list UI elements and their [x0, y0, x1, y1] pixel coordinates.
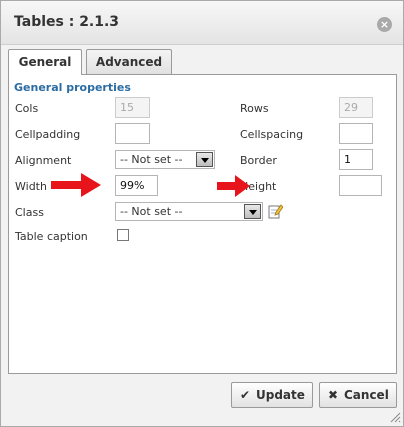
rows-field[interactable]: 29: [339, 97, 373, 118]
alignment-selected-value: -- Not set --: [120, 153, 183, 166]
width-label: Width: [15, 180, 47, 193]
tab-general[interactable]: General: [8, 49, 82, 75]
checkmark-icon: ✔: [239, 388, 251, 402]
tab-advanced[interactable]: Advanced: [86, 49, 172, 74]
close-icon: ✖: [327, 388, 339, 402]
section-title: General properties: [14, 81, 131, 94]
width-field[interactable]: 99%: [115, 175, 158, 196]
general-panel: General properties Cols 15 Rows 29 Cellp…: [8, 74, 397, 374]
rows-label: Rows: [240, 102, 269, 115]
update-button[interactable]: ✔ Update: [231, 382, 313, 408]
chevron-down-icon[interactable]: [244, 204, 261, 219]
dialog-title: Tables : 2.1.3: [14, 14, 120, 30]
table-caption-label: Table caption: [15, 230, 88, 243]
chevron-down-icon[interactable]: [196, 152, 213, 167]
border-field[interactable]: 1: [339, 149, 373, 170]
class-select[interactable]: -- Not set --: [115, 202, 263, 221]
cellspacing-field[interactable]: [339, 123, 373, 144]
cellpadding-field[interactable]: [115, 123, 150, 144]
edit-pencil-icon[interactable]: [267, 203, 283, 219]
table-caption-checkbox[interactable]: [117, 229, 129, 241]
annotation-arrow-icon: [51, 173, 101, 197]
alignment-label: Alignment: [15, 154, 72, 167]
alignment-select[interactable]: -- Not set --: [115, 150, 215, 169]
class-label: Class: [15, 206, 44, 219]
class-selected-value: -- Not set --: [120, 205, 183, 218]
cancel-button[interactable]: ✖ Cancel: [319, 382, 397, 408]
cancel-button-label: Cancel: [344, 388, 389, 402]
cols-label: Cols: [15, 102, 39, 115]
height-field[interactable]: [339, 175, 382, 196]
cellpadding-label: Cellpadding: [15, 128, 81, 141]
cellspacing-label: Cellspacing: [240, 128, 304, 141]
border-label: Border: [240, 154, 277, 167]
dialog-titlebar[interactable]: Tables : 2.1.3 ×: [1, 1, 403, 45]
cols-field[interactable]: 15: [115, 97, 150, 118]
resize-grip-icon[interactable]: [389, 411, 401, 423]
table-properties-dialog: Tables : 2.1.3 × General Advanced Genera…: [0, 0, 404, 427]
annotation-arrow-icon: [217, 175, 250, 197]
close-icon[interactable]: ×: [377, 17, 392, 32]
update-button-label: Update: [256, 388, 305, 402]
